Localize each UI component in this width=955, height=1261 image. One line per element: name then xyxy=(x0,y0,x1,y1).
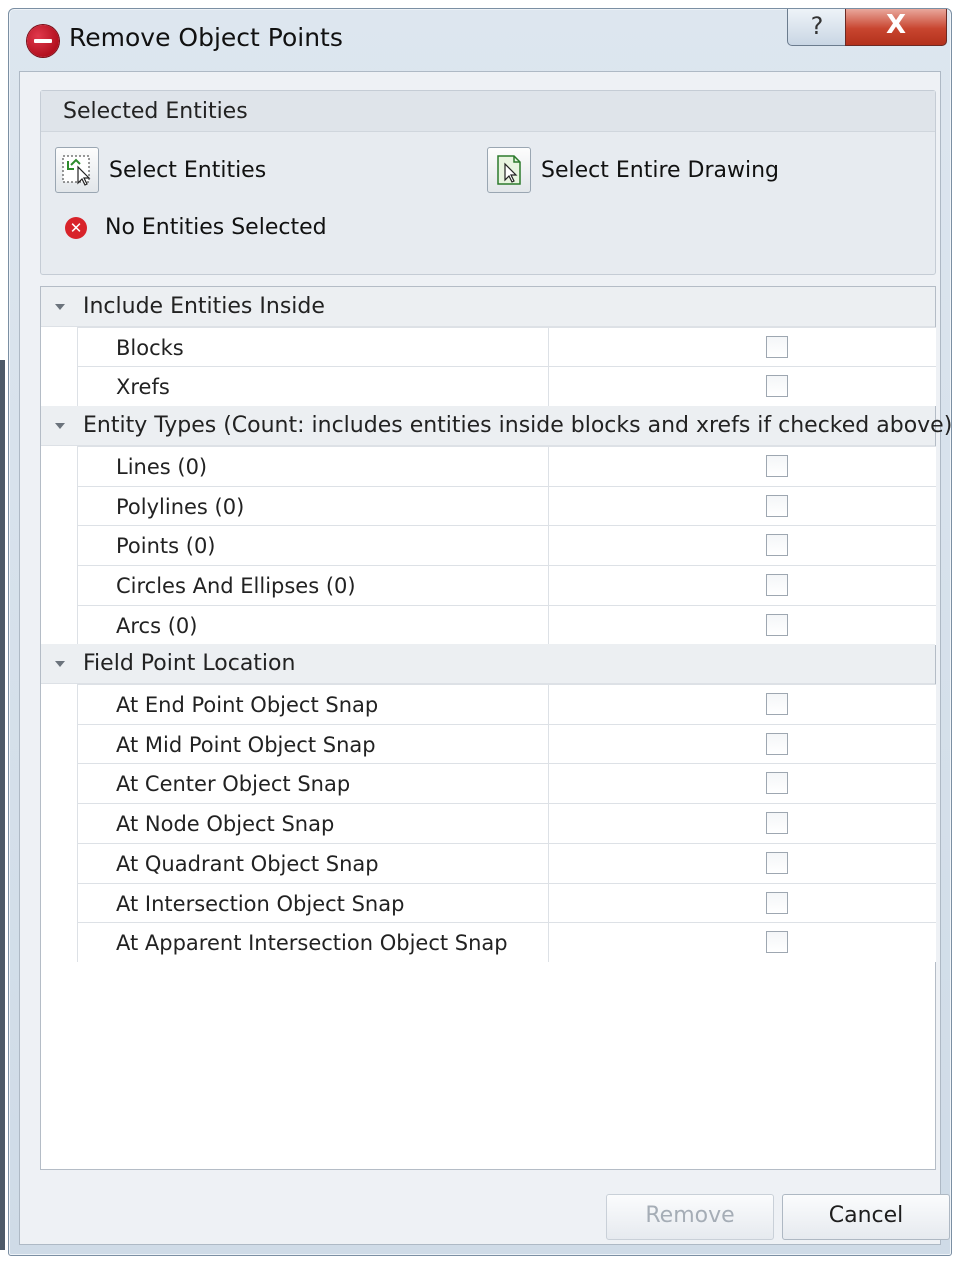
dialog-window: Remove Object Points ? X Selected Entiti… xyxy=(8,8,952,1256)
property-name-cell: Polylines (0) xyxy=(78,486,549,526)
property-row: Points (0) xyxy=(77,525,936,566)
property-checkbox[interactable] xyxy=(766,375,788,398)
select-drawing-icon xyxy=(487,147,531,193)
property-checkbox[interactable] xyxy=(766,891,788,914)
property-row: At Node Object Snap xyxy=(77,803,936,844)
property-row: Xrefs xyxy=(77,366,936,407)
app-logo-icon xyxy=(27,25,59,57)
cancel-button[interactable]: Cancel xyxy=(782,1194,950,1240)
property-name-cell: Xrefs xyxy=(78,367,549,407)
property-name-cell: Blocks xyxy=(78,327,549,367)
property-row: At Quadrant Object Snap xyxy=(77,842,936,883)
category-label: Include Entities Inside xyxy=(83,294,325,319)
property-name-cell: At End Point Object Snap xyxy=(78,685,549,724)
property-name-cell: At Node Object Snap xyxy=(78,804,549,844)
property-name-cell: Circles And Ellipses (0) xyxy=(78,565,549,605)
collapse-arrow-icon[interactable] xyxy=(55,661,65,668)
property-name-cell: At Quadrant Object Snap xyxy=(78,843,549,883)
property-row: At Apparent Intersection Object Snap xyxy=(77,922,936,963)
property-row: Circles And Ellipses (0) xyxy=(77,564,936,605)
select-entire-drawing-button[interactable]: Select Entire Drawing xyxy=(487,147,779,193)
selected-entities-title: Selected Entities xyxy=(63,99,248,124)
property-label: At Intersection Object Snap xyxy=(116,891,405,916)
select-entities-button[interactable]: Select Entities xyxy=(55,147,266,193)
property-name-cell: Lines (0) xyxy=(78,446,549,486)
property-label: Arcs (0) xyxy=(116,613,198,638)
property-name-cell: Arcs (0) xyxy=(78,605,549,645)
property-name-cell: Points (0) xyxy=(78,526,549,566)
category-label: Field Point Location xyxy=(83,651,296,677)
help-button[interactable]: ? xyxy=(787,9,847,46)
error-icon: ✕ xyxy=(65,216,87,239)
property-checkbox[interactable] xyxy=(766,335,788,358)
property-label: At End Point Object Snap xyxy=(116,693,379,717)
window-title: Remove Object Points xyxy=(69,23,343,52)
property-label: Points (0) xyxy=(116,534,216,559)
property-checkbox[interactable] xyxy=(766,812,788,835)
property-name-cell: At Apparent Intersection Object Snap xyxy=(78,923,549,963)
select-entities-label: Select Entities xyxy=(109,157,267,183)
property-checkbox[interactable] xyxy=(766,851,788,874)
category-row[interactable]: Entity Types (Count: includes entities i… xyxy=(41,406,952,447)
property-label: At Node Object Snap xyxy=(116,812,335,837)
category-row[interactable]: Include Entities Inside xyxy=(41,287,935,327)
property-row: Blocks xyxy=(77,326,936,367)
property-grid: Include Entities Inside Blocks Xrefs Entity… xyxy=(40,286,952,1170)
background-window-edge xyxy=(0,360,5,1250)
select-entities-icon xyxy=(55,147,99,193)
property-checkbox[interactable] xyxy=(766,931,788,954)
property-name-cell: At Mid Point Object Snap xyxy=(78,724,549,764)
collapse-arrow-icon[interactable] xyxy=(55,423,65,430)
selection-status-text: No Entities Selected xyxy=(105,215,327,240)
property-label: At Apparent Intersection Object Snap xyxy=(116,931,508,956)
property-label: Circles And Ellipses (0) xyxy=(116,573,356,598)
property-row: At End Point Object Snap xyxy=(77,684,936,724)
property-row: Lines (0) xyxy=(77,445,936,486)
property-label: Polylines (0) xyxy=(116,494,245,519)
property-label: At Quadrant Object Snap xyxy=(116,851,379,876)
property-row: At Center Object Snap xyxy=(77,763,936,804)
title-bar[interactable]: Remove Object Points ? X xyxy=(9,9,951,69)
select-entire-drawing-label: Select Entire Drawing xyxy=(541,157,780,183)
category-row[interactable]: Field Point Location xyxy=(41,644,935,685)
property-checkbox[interactable] xyxy=(766,772,788,795)
selected-entities-group: Selected Entities Select Entities Select… xyxy=(40,90,936,275)
property-checkbox[interactable] xyxy=(766,613,788,636)
property-row: At Mid Point Object Snap xyxy=(77,723,936,764)
property-name-cell: At Center Object Snap xyxy=(78,764,549,804)
property-label: Lines (0) xyxy=(116,454,208,479)
property-row: At Intersection Object Snap xyxy=(77,882,936,923)
property-label: At Center Object Snap xyxy=(116,772,351,797)
property-checkbox[interactable] xyxy=(766,494,788,517)
property-label: At Mid Point Object Snap xyxy=(116,732,376,757)
selected-entities-header: Selected Entities xyxy=(41,91,935,132)
dialog-body: Selected Entities Select Entities Select… xyxy=(19,71,952,1245)
property-row: Polylines (0) xyxy=(77,485,936,526)
close-button[interactable]: X xyxy=(845,9,947,46)
selection-status: ✕ No Entities Selected xyxy=(65,215,327,240)
remove-button[interactable]: Remove xyxy=(606,1194,774,1240)
property-label: Blocks xyxy=(116,335,184,360)
collapse-arrow-icon[interactable] xyxy=(55,304,65,310)
property-checkbox[interactable] xyxy=(766,693,788,715)
category-label: Entity Types (Count: includes entities i… xyxy=(83,413,953,439)
property-checkbox[interactable] xyxy=(766,534,788,557)
property-checkbox[interactable] xyxy=(766,732,788,755)
property-checkbox[interactable] xyxy=(766,454,788,477)
property-name-cell: At Intersection Object Snap xyxy=(78,883,549,923)
property-checkbox[interactable] xyxy=(766,573,788,596)
property-row: Arcs (0) xyxy=(77,604,936,645)
property-label: Xrefs xyxy=(116,375,170,400)
